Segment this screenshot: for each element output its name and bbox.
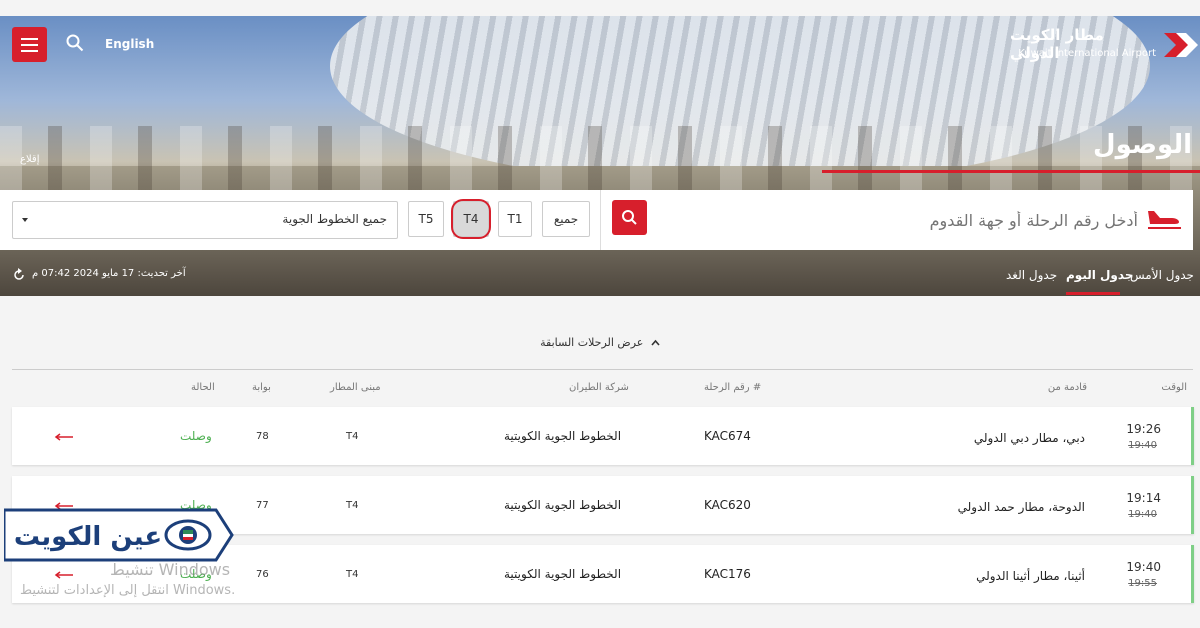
table-header: الوقت قادمة من رقم الرحلة # شركة الطيران…	[12, 369, 1193, 400]
terminal-filter-t4[interactable]: T4	[451, 199, 491, 239]
flight-number: KAC620	[704, 498, 751, 512]
flight-time: 19:26	[1126, 422, 1161, 436]
scheduled-time: 19:40	[1128, 509, 1157, 520]
last-update: آخر تحديث: 17 مايو 2024 07:42 م	[32, 268, 186, 279]
arrow-left-icon[interactable]	[54, 433, 74, 441]
page-title: الوصول	[1093, 130, 1192, 160]
logo-english-text: Kuwait International Airport	[1018, 48, 1156, 59]
windows-activation-subtitle: انتقل إلى الإعدادات لتنشيط Windows.	[20, 583, 236, 598]
logo-mark-icon	[1164, 33, 1198, 57]
flight-origin: أثينا، مطار أثينا الدولي	[976, 569, 1085, 583]
flight-airline: الخطوط الجوية الكويتية	[504, 429, 622, 443]
chevron-up-icon	[651, 339, 660, 346]
tab-yesterday[interactable]: جدول الأمس	[1130, 268, 1194, 282]
airport-logo[interactable]: مطار الكويت الدولي Kuwait International …	[1010, 26, 1200, 66]
flight-time: 19:40	[1126, 560, 1161, 574]
search-bar: جميع الخطوط الجوية T5 T4 T1 جميع	[0, 190, 1193, 250]
flight-gate: 76	[256, 569, 269, 580]
terminal-filter-all[interactable]: جميع	[542, 201, 590, 237]
search-icon[interactable]	[66, 34, 84, 52]
top-strip	[0, 0, 1200, 16]
title-underline	[822, 170, 1200, 173]
language-toggle[interactable]: English	[105, 37, 154, 51]
col-from: قادمة من	[1047, 382, 1087, 393]
flight-terminal: T4	[346, 431, 359, 442]
search-icon	[622, 210, 637, 225]
show-previous-label: عرض الرحلات السابقة	[540, 336, 644, 349]
col-gate: بوابة	[252, 382, 271, 393]
scheduled-time: 19:40	[1128, 440, 1157, 451]
terminal-filter-t5[interactable]: T5	[408, 201, 444, 237]
col-airline: شركة الطيران	[569, 382, 629, 393]
menu-button[interactable]	[12, 27, 47, 62]
flight-origin: دبي، مطار دبي الدولي	[973, 431, 1085, 445]
search-button[interactable]	[612, 200, 647, 235]
col-status: الحالة	[191, 382, 215, 393]
arrival-plane-icon	[1148, 211, 1181, 229]
flight-terminal: T4	[346, 569, 359, 580]
windows-activation-title: تنشيط Windows	[110, 560, 231, 579]
flight-origin: الدوحة، مطار حمد الدولي	[957, 500, 1085, 514]
refresh-icon[interactable]	[12, 268, 26, 282]
airline-select-value: جميع الخطوط الجوية	[282, 212, 387, 226]
divider	[600, 190, 601, 250]
tab-today[interactable]: جدول اليوم	[1066, 268, 1133, 282]
col-terminal: مبنى المطار	[330, 382, 381, 393]
flight-status: وصلت	[180, 429, 212, 443]
tab-today-underline	[1066, 292, 1120, 295]
flight-airline: الخطوط الجوية الكويتية	[504, 567, 622, 581]
flight-search-input[interactable]	[660, 198, 1140, 242]
hero-tag: إقلاع	[20, 154, 40, 165]
menu-bar-icon	[21, 50, 38, 52]
col-time: الوقت	[1161, 382, 1187, 393]
flight-gate: 78	[256, 431, 269, 442]
airline-select[interactable]: جميع الخطوط الجوية	[12, 201, 398, 239]
watermark-logo-text: عين الكويت	[14, 522, 162, 552]
flight-number: KAC674	[704, 429, 751, 443]
tab-tomorrow[interactable]: جدول الغد	[1006, 268, 1057, 282]
menu-bar-icon	[21, 38, 38, 40]
flight-gate: 77	[256, 500, 269, 511]
menu-bar-icon	[21, 44, 38, 46]
watermark-logo: عين الكويت	[4, 508, 234, 562]
chevron-down-icon	[22, 218, 28, 222]
flight-number: KAC176	[704, 567, 751, 581]
show-previous-flights[interactable]: عرض الرحلات السابقة	[0, 336, 1200, 349]
table-row[interactable]: 19:26 19:40 دبي، مطار دبي الدولي KAC674 …	[12, 407, 1194, 465]
arrow-left-icon[interactable]	[54, 571, 74, 579]
scheduled-time: 19:55	[1128, 578, 1157, 589]
flight-airline: الخطوط الجوية الكويتية	[504, 498, 622, 512]
col-flight: رقم الرحلة #	[704, 382, 762, 393]
flight-terminal: T4	[346, 500, 359, 511]
terminal-filter-t1[interactable]: T1	[498, 201, 532, 237]
flight-time: 19:14	[1126, 491, 1161, 505]
